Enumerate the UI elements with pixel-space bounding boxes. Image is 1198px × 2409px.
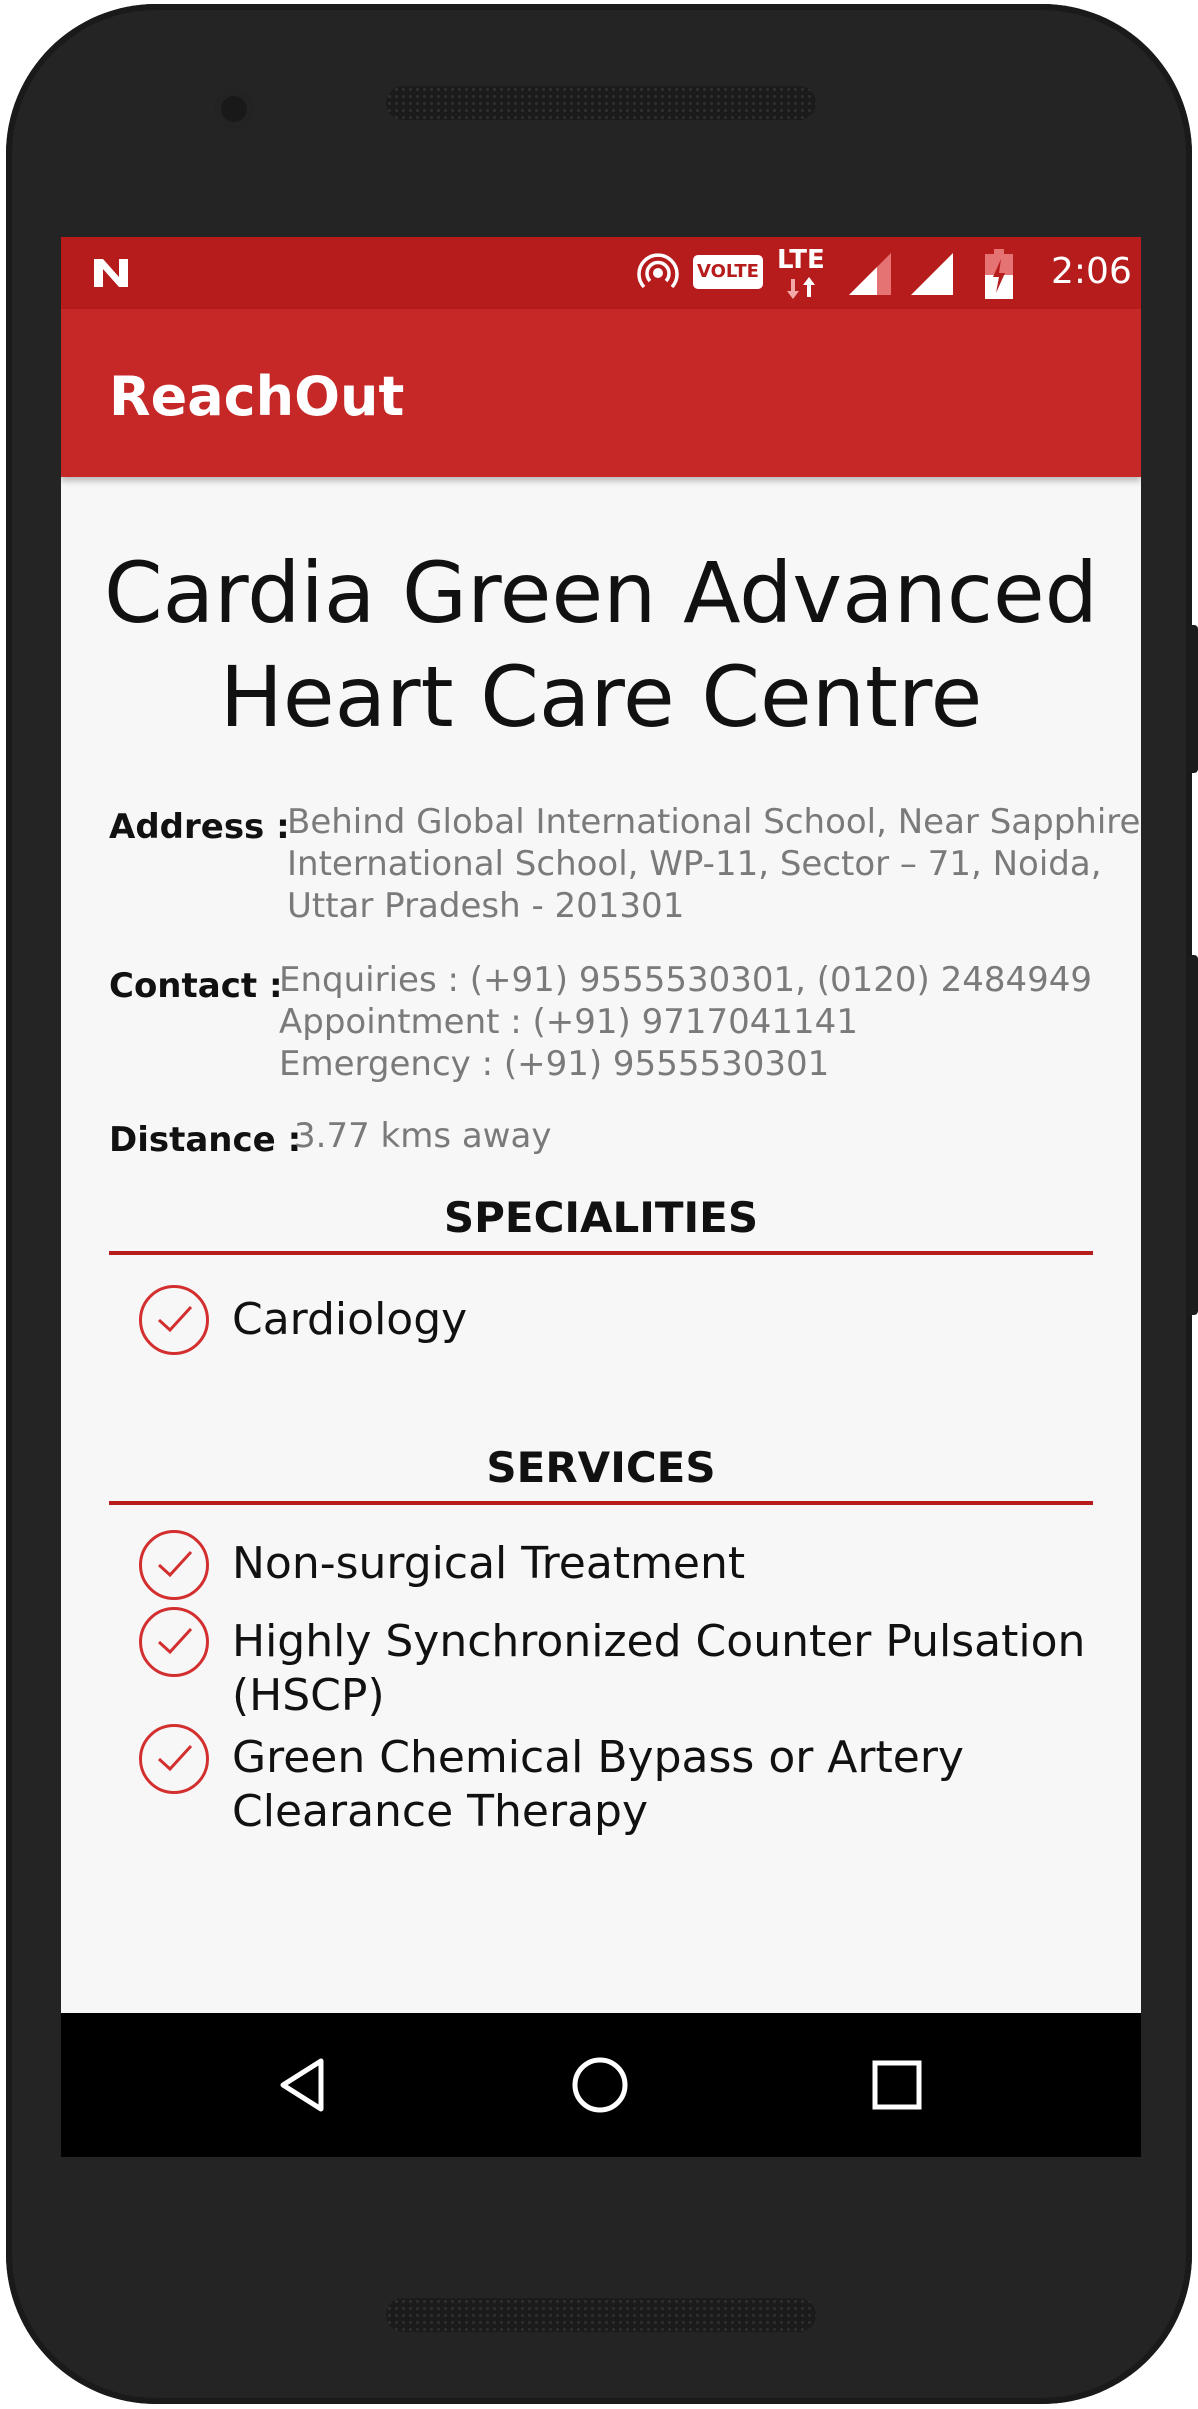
bottom-speaker-grille: [386, 2298, 816, 2332]
signal-icon-2: [911, 253, 953, 295]
contact-value: Enquiries : (+91) 9555530301, (0120) 248…: [279, 959, 1092, 1085]
service-item-line: Clearance Therapy: [232, 1786, 649, 1837]
recents-icon[interactable]: [870, 2058, 924, 2112]
lte-data-icon: LTE: [777, 245, 833, 301]
service-item-line: (HSCP): [232, 1670, 385, 1721]
check-circle-icon: [139, 1607, 209, 1677]
address-line: International School, WP-11, Sector – 71…: [287, 844, 1102, 884]
volte-icon: VOLTE: [693, 255, 763, 289]
check-circle-icon: [139, 1285, 209, 1355]
data-arrows-icon: [787, 277, 815, 299]
service-item-line: Non-surgical Treatment: [232, 1538, 746, 1589]
services-title: SERVICES: [486, 1443, 716, 1492]
contact-label: Contact :: [109, 966, 283, 1006]
check-circle-icon: [139, 1530, 209, 1600]
network-type-text: LTE: [777, 245, 825, 275]
hospital-detail: Cardia Green Advanced Heart Care Centre …: [61, 477, 1141, 2013]
distance-value: 3.77 kms away: [294, 1116, 552, 1156]
signal-icon: [849, 253, 891, 295]
distance-label: Distance :: [109, 1120, 302, 1160]
specialities-title: SPECIALITIES: [443, 1193, 759, 1242]
phone-frame: VOLTE LTE 2:06 ReachOut Cardia Green Adv…: [6, 4, 1192, 2404]
service-item-line: Green Chemical Bypass or Artery: [232, 1732, 964, 1783]
hospital-name: Cardia Green Advanced Heart Care Centre: [103, 544, 1098, 746]
back-icon[interactable]: [273, 2055, 333, 2115]
specialities-divider: [109, 1251, 1093, 1255]
screen: VOLTE LTE 2:06 ReachOut Cardia Green Adv…: [61, 237, 1141, 2157]
app-bar: ReachOut: [61, 309, 1141, 477]
service-item: Non-surgical Treatment: [232, 1537, 745, 1591]
address-label: Address :: [109, 807, 290, 847]
address-line: Behind Global International School, Near…: [287, 802, 1141, 842]
navigation-bar: [61, 2013, 1141, 2157]
volume-button: [1188, 625, 1198, 773]
contact-emergency: Emergency : (+91) 9555530301: [279, 1044, 830, 1084]
check-circle-icon: [139, 1724, 209, 1794]
top-speaker-grille: [386, 86, 816, 120]
battery-icon: [985, 249, 1013, 299]
services-divider: [109, 1501, 1093, 1505]
status-bar: VOLTE LTE 2:06: [61, 237, 1141, 309]
volte-badge-text: VOLTE: [697, 261, 759, 282]
service-item: Highly Synchronized Counter Pulsation (H…: [232, 1615, 1085, 1723]
front-camera: [215, 90, 253, 128]
service-item-line: Highly Synchronized Counter Pulsation: [232, 1616, 1086, 1667]
power-button: [1188, 955, 1198, 1315]
hotspot-icon: [637, 253, 679, 289]
status-time: 2:06: [1051, 251, 1132, 292]
address-line: Uttar Pradesh - 201301: [287, 886, 685, 926]
home-icon[interactable]: [570, 2055, 630, 2115]
speciality-item: Cardiology: [232, 1294, 468, 1345]
contact-appointment: Appointment : (+91) 9717041141: [279, 1002, 858, 1042]
address-value: Behind Global International School, Near…: [287, 801, 1140, 927]
service-item: Green Chemical Bypass or Artery Clearanc…: [232, 1731, 964, 1839]
contact-enquiries: Enquiries : (+91) 9555530301, (0120) 248…: [279, 960, 1093, 1000]
app-title: ReachOut: [109, 365, 405, 428]
n-notification-icon: [94, 259, 128, 287]
